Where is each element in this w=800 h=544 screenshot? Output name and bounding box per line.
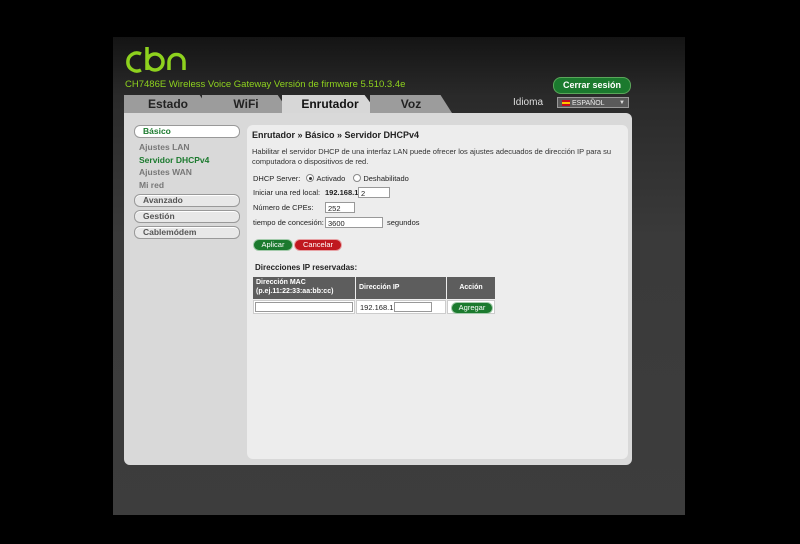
sidebar-item-cablemodem[interactable]: Cablemódem — [134, 226, 240, 239]
lease-unit: segundos — [387, 218, 420, 227]
mac-input[interactable] — [255, 302, 353, 312]
column-header-mac: Dirección MAC (p.ej.11:22:33:aa:bb:cc) — [253, 277, 355, 299]
sidebar-subitem-servidor-dhcpv4[interactable]: Servidor DHCPv4 — [134, 154, 240, 167]
start-ip-label: Iniciar una red local: — [253, 188, 321, 197]
dhcp-off-option[interactable]: Deshabilitado — [353, 174, 409, 183]
reserved-ip-prefix: 192.168.1. — [360, 303, 396, 312]
content-area: Enrutador » Básico » Servidor DHCPv4 Hab… — [247, 125, 628, 459]
dhcp-on-label: Activado — [316, 174, 346, 183]
start-ip-input[interactable]: 2 — [358, 187, 390, 198]
lease-label: tiempo de concesión: — [253, 218, 324, 227]
column-header-mac-line1: Dirección MAC — [256, 279, 306, 286]
language-select[interactable]: ESPAÑOL ▼ — [557, 97, 629, 108]
reserved-ip-input[interactable] — [394, 302, 432, 312]
radio-deshabilitado[interactable] — [353, 174, 362, 182]
ip-cell: 192.168.1. — [356, 300, 446, 314]
tab-estado[interactable]: Estado — [124, 95, 212, 113]
sidebar: Básico Ajustes LAN Servidor DHCPv4 Ajust… — [134, 125, 240, 242]
spain-flag-icon — [562, 100, 570, 107]
device-subtitle: CH7486E Wireless Voice Gateway Versión d… — [125, 79, 406, 90]
apply-button[interactable]: Aplicar — [253, 239, 293, 251]
column-header-action: Acción — [447, 277, 495, 299]
dhcp-server-label: DHCP Server: — [253, 174, 301, 183]
sidebar-item-avanzado[interactable]: Avanzado — [134, 194, 240, 207]
start-ip-prefix: 192.168.1. — [325, 188, 361, 197]
main-panel: Básico Ajustes LAN Servidor DHCPv4 Ajust… — [124, 113, 632, 465]
cancel-button[interactable]: Cancelar — [294, 239, 342, 251]
router-frame: CH7486E Wireless Voice Gateway Versión d… — [113, 37, 685, 515]
cbn-logo — [126, 47, 186, 73]
reserved-ip-title: Direcciones IP reservadas: — [255, 263, 358, 272]
logout-button[interactable]: Cerrar sesión — [552, 77, 631, 94]
column-header-ip: Dirección IP — [356, 277, 446, 299]
dhcp-off-label: Deshabilitado — [363, 174, 409, 183]
sidebar-subitem-mi-red[interactable]: Mi red — [134, 179, 240, 192]
action-cell: Agregar — [447, 300, 495, 314]
radio-activado[interactable] — [306, 174, 315, 182]
cpes-label: Número de CPEs: — [253, 203, 314, 212]
dhcp-server-row: DHCP Server: Activado Deshabilitado — [253, 174, 409, 183]
language-label: Idioma — [513, 97, 544, 108]
cpes-input[interactable]: 252 — [325, 202, 355, 213]
add-button[interactable]: Agregar — [451, 302, 493, 314]
page-description: Habilitar el servidor DHCP de una interf… — [252, 147, 612, 166]
sidebar-subitem-ajustes-wan[interactable]: Ajustes WAN — [134, 166, 240, 179]
tab-voz[interactable]: Voz — [370, 95, 452, 113]
page-title: Enrutador » Básico » Servidor DHCPv4 — [252, 130, 420, 140]
column-header-mac-line2: (p.ej.11:22:33:aa:bb:cc) — [256, 287, 334, 295]
sidebar-item-basico[interactable]: Básico — [134, 125, 240, 138]
sidebar-subitem-ajustes-lan[interactable]: Ajustes LAN — [134, 141, 240, 154]
chevron-down-icon: ▼ — [619, 100, 625, 106]
tab-wifi[interactable]: WiFi — [202, 95, 290, 113]
mac-cell — [253, 300, 355, 314]
lease-input[interactable]: 3600 — [325, 217, 383, 228]
sidebar-item-gestion[interactable]: Gestión — [134, 210, 240, 223]
language-selected: ESPAÑOL — [572, 100, 605, 107]
tab-enrutador[interactable]: Enrutador — [282, 95, 378, 113]
dhcp-on-option[interactable]: Activado — [306, 174, 345, 183]
